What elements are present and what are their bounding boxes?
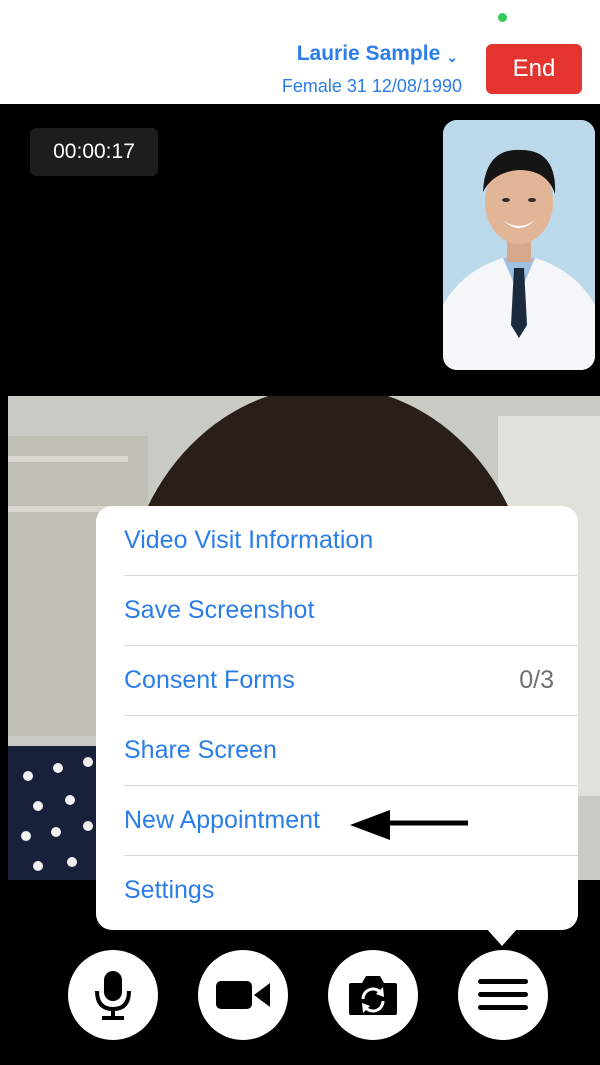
microphone-icon — [95, 971, 131, 1020]
menu-item-label: Video Visit Information — [124, 526, 374, 554]
patient-name: Laurie Sample — [296, 42, 441, 65]
menu-icon — [478, 979, 528, 1010]
connection-status-dot — [498, 13, 507, 22]
menu-item-settings[interactable]: Settings — [124, 856, 578, 926]
options-menu: Video Visit Information Save Screenshot … — [96, 506, 578, 930]
provider-video-image — [443, 120, 595, 370]
consent-forms-count: 0/3 — [519, 666, 554, 694]
annotation-arrow-icon — [350, 810, 468, 840]
menu-item-video-visit-information[interactable]: Video Visit Information — [124, 506, 578, 576]
menu-item-label: Save Screenshot — [124, 596, 315, 624]
menu-button[interactable] — [458, 950, 548, 1040]
menu-item-label: Consent Forms — [124, 666, 295, 694]
header-bar: Laurie Sample ⌄ Female 31 12/08/1990 End — [0, 0, 600, 104]
end-call-button[interactable]: End — [486, 44, 582, 94]
patient-demographics: Female 31 12/08/1990 — [281, 76, 462, 96]
menu-item-consent-forms[interactable]: Consent Forms 0/3 — [124, 646, 578, 716]
chevron-down-icon: ⌄ — [446, 49, 458, 65]
switch-camera-icon — [349, 976, 397, 1015]
menu-pointer — [486, 928, 518, 946]
menu-item-label: Share Screen — [124, 736, 277, 764]
menu-item-save-screenshot[interactable]: Save Screenshot — [124, 576, 578, 646]
menu-item-share-screen[interactable]: Share Screen — [124, 716, 578, 786]
video-camera-icon — [216, 981, 270, 1009]
switch-camera-button[interactable] — [328, 950, 418, 1040]
patient-name-dropdown[interactable]: Laurie Sample ⌄ — [238, 42, 458, 66]
self-view-video[interactable] — [443, 120, 595, 370]
menu-item-label: Settings — [124, 876, 215, 904]
video-toggle-button[interactable] — [198, 950, 288, 1040]
microphone-button[interactable] — [68, 950, 158, 1040]
menu-item-label: New Appointment — [124, 806, 320, 834]
call-timer: 00:00:17 — [30, 128, 158, 176]
